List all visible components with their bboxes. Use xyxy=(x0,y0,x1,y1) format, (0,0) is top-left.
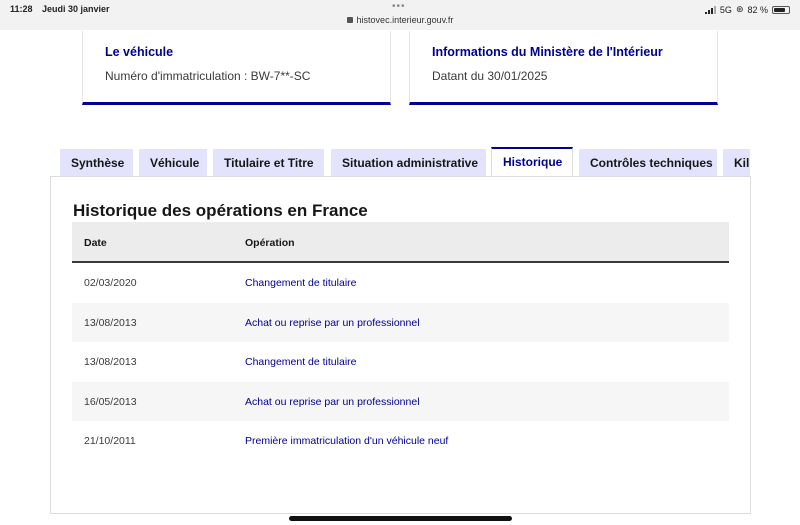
table-row: 16/05/2013 Achat ou reprise par un profe… xyxy=(72,381,729,421)
registration-number: Numéro d'immatriculation : BW-7**-SC xyxy=(105,69,311,83)
row-operation: Première immatriculation d'un véhicule n… xyxy=(245,435,449,447)
signal-icon xyxy=(704,5,716,14)
tab-titulaire[interactable]: Titulaire et Titre xyxy=(213,149,324,177)
more-dots-icon[interactable]: ••• xyxy=(392,1,406,12)
orientation-lock-icon: ⊛ xyxy=(735,4,744,14)
address-url: histovec.interieur.gouv.fr xyxy=(356,15,454,25)
vehicle-card-title: Le véhicule xyxy=(105,45,174,59)
tab-bar: Synthèse Véhicule Titulaire et Titre Sit… xyxy=(50,147,750,177)
history-table: Date Opération 02/03/2020 Changement de … xyxy=(72,222,729,461)
lock-icon xyxy=(346,17,353,23)
history-title: Historique des opérations en France xyxy=(73,201,368,220)
row-date: 13/08/2013 xyxy=(84,356,137,368)
network-label: 5G xyxy=(719,4,732,15)
row-date: 13/08/2013 xyxy=(84,316,137,329)
ministry-card-title: Informations du Ministère de l'Intérieur xyxy=(432,45,663,59)
tab-controles-techniques[interactable]: Contrôles techniques xyxy=(579,149,717,177)
table-header: Date Opération xyxy=(72,222,729,263)
ministry-info-card: Informations du Ministère de l'Intérieur… xyxy=(409,31,718,105)
tab-synthese[interactable]: Synthèse xyxy=(60,149,133,177)
battery-label: 82 % xyxy=(747,4,768,15)
status-time: 11:28 xyxy=(10,4,33,14)
address-bar[interactable]: histovec.interieur.gouv.fr xyxy=(0,15,800,25)
row-date: 21/10/2011 xyxy=(84,435,136,447)
column-header-date: Date xyxy=(84,237,107,249)
table-row: 02/03/2020 Changement de titulaire xyxy=(72,263,729,303)
status-bar: 11:28 Jeudi 30 janvier ••• histovec.inte… xyxy=(0,0,800,30)
row-operation: Achat ou reprise par un professionnel xyxy=(245,316,420,329)
row-operation: Changement de titulaire xyxy=(245,356,357,368)
tab-kilometrage[interactable]: Kil xyxy=(723,149,750,177)
tab-vehicule[interactable]: Véhicule xyxy=(139,149,207,177)
status-date: Jeudi 30 janvier xyxy=(42,4,110,14)
column-header-operation: Opération xyxy=(245,237,295,249)
row-operation: Achat ou reprise par un professionnel xyxy=(245,395,420,408)
table-row: 21/10/2011 Première immatriculation d'un… xyxy=(72,421,729,461)
vehicle-card: Le véhicule Numéro d'immatriculation : B… xyxy=(82,31,391,105)
data-date: Datant du 30/01/2025 xyxy=(432,69,548,83)
tab-situation-administrative[interactable]: Situation administrative xyxy=(331,149,486,177)
row-date: 16/05/2013 xyxy=(84,395,137,408)
tab-historique[interactable]: Historique xyxy=(491,147,573,177)
history-panel: Historique des opérations en France Date… xyxy=(50,176,751,514)
home-indicator[interactable] xyxy=(289,516,512,521)
row-operation: Changement de titulaire xyxy=(245,277,357,289)
battery-fill xyxy=(774,7,786,12)
table-row: 13/08/2013 Changement de titulaire xyxy=(72,342,729,382)
row-date: 02/03/2020 xyxy=(84,277,137,289)
table-row: 13/08/2013 Achat ou reprise par un profe… xyxy=(72,302,729,342)
status-indicators: 5G ⊛ 82 % xyxy=(704,4,790,15)
battery-icon xyxy=(772,5,790,14)
